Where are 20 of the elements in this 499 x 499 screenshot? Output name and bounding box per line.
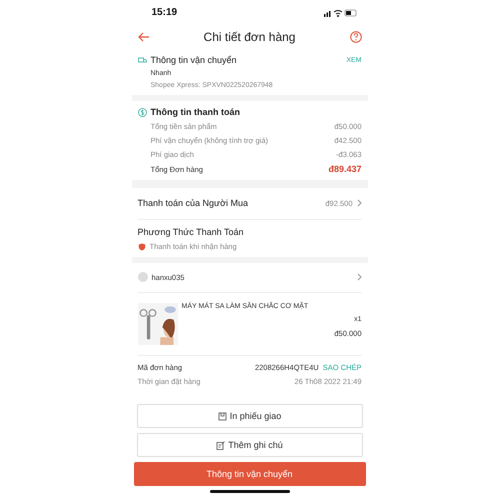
section-title: Thông tin thanh toán bbox=[150, 107, 240, 117]
avatar-icon bbox=[138, 272, 148, 282]
dollar-icon bbox=[138, 108, 146, 116]
shield-icon bbox=[138, 242, 146, 250]
status-icons bbox=[324, 8, 358, 17]
shipping-info-button[interactable]: Thông tin vận chuyển bbox=[134, 462, 366, 486]
page-title: Chi tiết đơn hàng bbox=[204, 30, 296, 44]
buyer-payment-label[interactable]: Thanh toán của Người Mua bbox=[138, 198, 248, 208]
chevron-right-icon bbox=[356, 273, 362, 281]
help-icon[interactable] bbox=[350, 31, 362, 44]
add-note-button[interactable]: Thêm ghi chú bbox=[136, 433, 362, 457]
chevron-right-icon bbox=[356, 199, 362, 207]
truck-icon bbox=[138, 56, 146, 64]
back-arrow-icon[interactable] bbox=[138, 32, 150, 42]
note-icon bbox=[216, 440, 226, 450]
status-time: 15:19 bbox=[152, 7, 178, 18]
print-button[interactable]: In phiếu giao bbox=[136, 404, 362, 428]
fee-value: đ89.437 bbox=[328, 164, 362, 174]
payment-method-title: Phương Thức Thanh Toán bbox=[138, 227, 245, 237]
section-title: Thông tin vận chuyển bbox=[150, 55, 237, 65]
